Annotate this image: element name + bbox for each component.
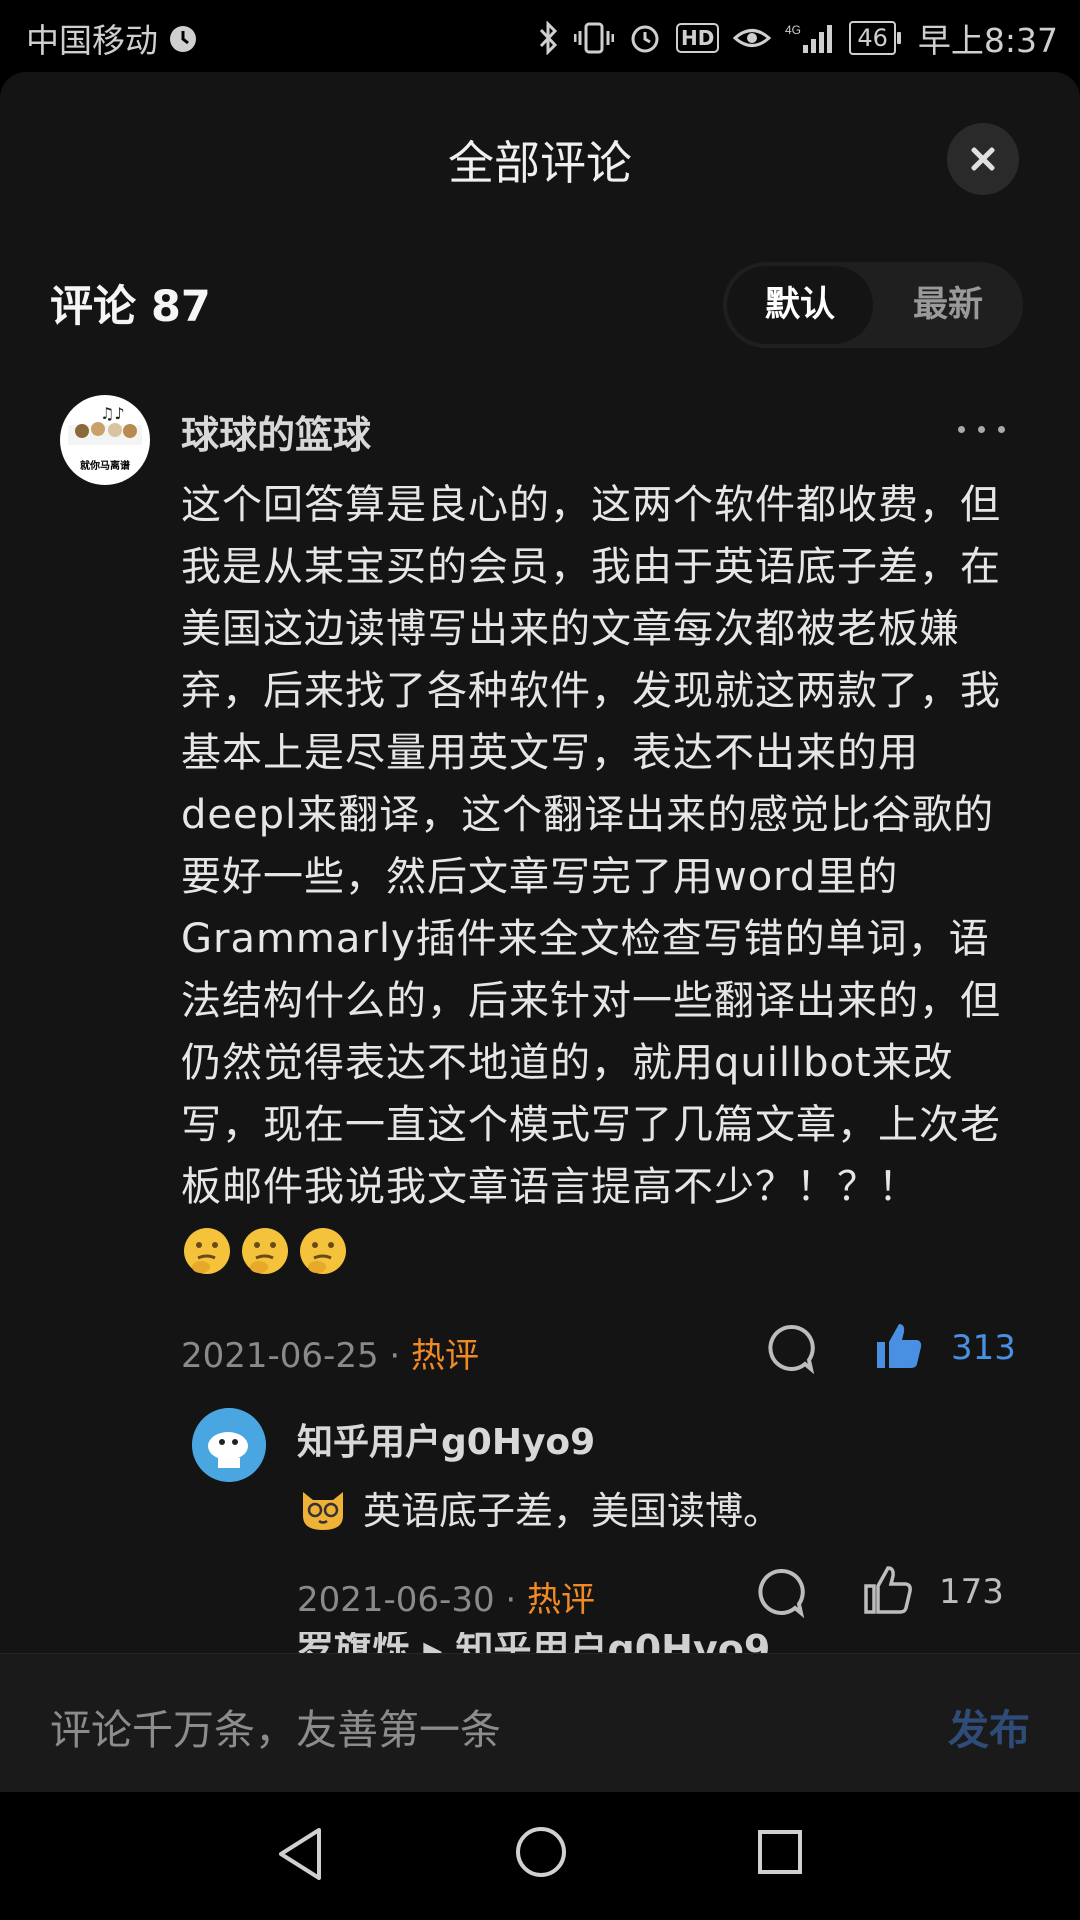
publish-button[interactable]: 发布	[948, 1696, 1030, 1756]
thinking-face-icon	[242, 1228, 288, 1274]
vibrate-icon	[574, 22, 614, 54]
eye-icon	[733, 29, 772, 47]
status-bar: 中国移动 HD 4G 46 早上8:37	[0, 0, 1080, 72]
alarm-icon	[631, 25, 659, 53]
reply-date: 2021-06-30	[297, 1580, 495, 1620]
reply-comment-icon[interactable]	[765, 1322, 817, 1374]
hot-tag: 热评	[527, 1580, 596, 1620]
signal-icon: 4G	[785, 23, 833, 53]
sort-latest-button[interactable]: 最新	[873, 262, 1023, 348]
thinking-emoji	[181, 1226, 355, 1274]
svg-text:♫♪: ♫♪	[100, 404, 125, 423]
comment-like-count: 313	[951, 1328, 1016, 1368]
like-icon[interactable]	[862, 1564, 914, 1616]
meta-separator: ·	[505, 1580, 517, 1620]
sort-default-button[interactable]: 默认	[727, 266, 873, 344]
sheet-title: 全部评论	[448, 136, 632, 190]
reply-avatar-image	[192, 1408, 266, 1482]
comment-text-content: 这个回答算是良心的，这两个软件都收费，但我是从某宝买的会员，我由于英语底子差，在…	[181, 482, 1001, 1210]
reply-meta: 2021-06-30 · 热评	[297, 1572, 595, 1621]
carrier-label: 中国移动	[26, 21, 158, 60]
avatar[interactable]: ♫♪ 就你马离谱	[60, 395, 150, 485]
recent-apps-icon[interactable]	[757, 1829, 803, 1875]
thinking-face-icon	[300, 1228, 346, 1274]
thinking-face-icon	[184, 1228, 230, 1274]
close-button[interactable]	[947, 123, 1019, 195]
alarm-clock-icon	[170, 26, 196, 52]
back-icon[interactable]	[275, 1826, 325, 1882]
comment-meta: 2021-06-25 · 热评	[181, 1328, 479, 1377]
comment-input-bar: 评论千万条，友善第一条 发布	[0, 1653, 1080, 1793]
reply-author[interactable]: 知乎用户g0Hyo9	[297, 1413, 595, 1465]
comment-count: 评论 87	[50, 282, 211, 332]
hot-tag: 热评	[411, 1336, 480, 1376]
clock-time: 早上8:37	[917, 21, 1058, 60]
reply-comment-icon[interactable]	[755, 1566, 807, 1618]
reply-avatar[interactable]	[192, 1408, 266, 1482]
comment-date: 2021-06-25	[181, 1336, 379, 1376]
sort-toggle: 默认 最新	[723, 262, 1023, 348]
battery-indicator: 46	[849, 21, 901, 55]
reply-text: 英语底子差，美国读博。	[363, 1489, 782, 1533]
navigation-bar	[0, 1792, 1080, 1920]
home-icon[interactable]	[514, 1825, 568, 1879]
svg-text:4G: 4G	[785, 23, 801, 37]
comment-input[interactable]: 评论千万条，友善第一条	[50, 1696, 501, 1756]
cat-emoji-icon	[303, 1491, 343, 1530]
more-options-button[interactable]	[958, 418, 1018, 448]
avatar-caption: 就你马离谱	[80, 461, 130, 472]
dot	[958, 426, 965, 433]
comment-text: 这个回答算是良心的，这两个软件都收费，但我是从某宝买的会员，我由于英语底子差，在…	[181, 474, 1021, 1280]
reply-text-row: 英语底子差，美国读博。	[297, 1480, 781, 1535]
bluetooth-icon	[539, 21, 558, 55]
like-icon-filled[interactable]	[873, 1320, 925, 1372]
hd-icon: HD	[676, 23, 720, 53]
comment-author[interactable]: 球球的篮球	[181, 404, 371, 459]
meta-separator: ·	[389, 1336, 401, 1376]
dot	[978, 426, 985, 433]
reply-like-count: 173	[939, 1572, 1004, 1612]
dot	[998, 426, 1005, 433]
